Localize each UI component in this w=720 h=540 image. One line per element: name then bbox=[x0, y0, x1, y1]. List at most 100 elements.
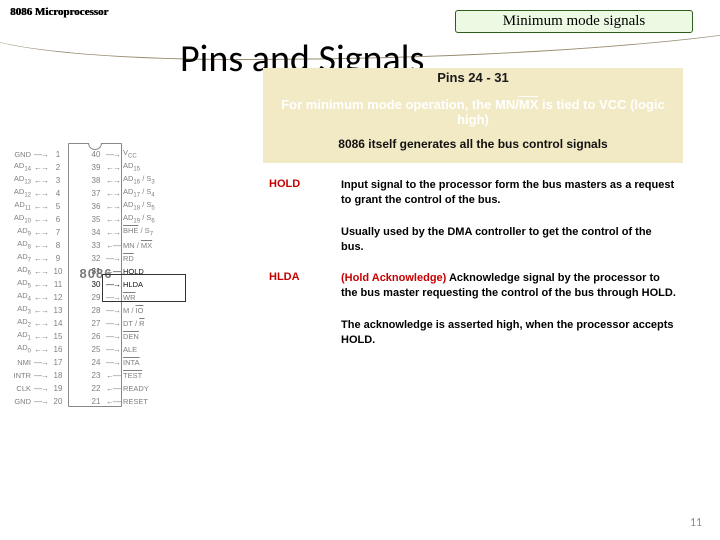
pin-right-arrow: ←→ bbox=[104, 187, 122, 200]
pin-num-left: 5 bbox=[50, 200, 66, 213]
pin-right-arrow: ←— bbox=[104, 382, 122, 395]
pin-num-right: 34 bbox=[88, 226, 104, 239]
pin-left-arrow: ←→ bbox=[32, 317, 50, 330]
pin-num-right: 21 bbox=[88, 395, 104, 408]
pin-right-label: MN / MX bbox=[122, 239, 152, 252]
pin-left-label: INTR bbox=[6, 369, 32, 382]
pin-num-left: 16 bbox=[50, 343, 66, 356]
pin-left-arrow: ←→ bbox=[32, 291, 50, 304]
signal-table: HOLD Input signal to the processor form … bbox=[263, 175, 683, 362]
pin-num-left: 14 bbox=[50, 317, 66, 330]
pin-left-arrow: ←→ bbox=[32, 187, 50, 200]
pin-right-arrow: —→ bbox=[104, 304, 122, 317]
pin-num-left: 1 bbox=[50, 148, 66, 161]
pin-right-arrow: —→ bbox=[104, 252, 122, 265]
pin-num-left: 6 bbox=[50, 213, 66, 226]
pin-num-right: 35 bbox=[88, 213, 104, 226]
subline: 8086 itself generates all the bus contro… bbox=[263, 131, 683, 163]
table-row: The acknowledge is asserted high, when t… bbox=[263, 315, 683, 362]
pin-left-arrow: ←→ bbox=[32, 265, 50, 278]
pin-num-right: 25 bbox=[88, 343, 104, 356]
pin-right-arrow: ←— bbox=[104, 369, 122, 382]
header-chip-label: 8086 Microprocessor bbox=[10, 6, 108, 18]
pin-num-left: 15 bbox=[50, 330, 66, 343]
pin-right-label: WR bbox=[122, 291, 136, 304]
pin-row: GND—→20 21←—RESET bbox=[6, 395, 155, 408]
pin-left-arrow: —→ bbox=[32, 369, 50, 382]
pin-diagram: 8086 GND—→140—→VCCAD14←→239←→AD15AD13←→3… bbox=[6, 148, 155, 408]
pin-left-arrow: ←→ bbox=[32, 226, 50, 239]
pin-num-left: 4 bbox=[50, 187, 66, 200]
signal-desc-hold-1: Usually used by the DMA controller to ge… bbox=[335, 222, 683, 269]
pin-right-arrow: ←— bbox=[104, 239, 122, 252]
pin-right-label: DEN bbox=[122, 330, 139, 343]
pin-num-right: 32 bbox=[88, 252, 104, 265]
pin-row: CLK—→1922←—READY bbox=[6, 382, 155, 395]
page-number: 11 bbox=[690, 516, 702, 530]
pin-right-label: RESET bbox=[122, 395, 148, 408]
pin-num-left: 3 bbox=[50, 174, 66, 187]
pin-right-arrow: ←— bbox=[104, 395, 122, 408]
signal-desc-hlda-1: The acknowledge is asserted high, when t… bbox=[335, 315, 683, 362]
mode-signal-box: Minimum mode signals bbox=[455, 10, 693, 33]
signal-desc-hlda-0: (Hold Acknowledge) Acknowledge signal by… bbox=[335, 268, 683, 315]
pin-num-right: 29 bbox=[88, 291, 104, 304]
pin-right-arrow: —→ bbox=[104, 330, 122, 343]
pin-num-left: 19 bbox=[50, 382, 66, 395]
pin-right-arrow: ←→ bbox=[104, 200, 122, 213]
pin-right-arrow: ←→ bbox=[104, 174, 122, 187]
signal-name-hold: HOLD bbox=[263, 175, 335, 222]
pin-left-label: GND bbox=[6, 395, 32, 408]
pin-row: NMI—→1724—→INTA bbox=[6, 356, 155, 369]
pin-right-label: ALE bbox=[122, 343, 137, 356]
pin-left-arrow: ←→ bbox=[32, 330, 50, 343]
pin-left-arrow: —→ bbox=[32, 148, 50, 161]
pin-num-right: 28 bbox=[88, 304, 104, 317]
pin-num-left: 20 bbox=[50, 395, 66, 408]
pin-right-label: RD bbox=[122, 252, 134, 265]
mode-desc-bar: MX bbox=[519, 97, 539, 112]
pin-left-arrow: —→ bbox=[32, 382, 50, 395]
table-row: HOLD Input signal to the processor form … bbox=[263, 175, 683, 222]
pin-num-right: 24 bbox=[88, 356, 104, 369]
pin-right-arrow: ←→ bbox=[104, 161, 122, 174]
pin-right-arrow: —→ bbox=[104, 343, 122, 356]
pin-left-arrow: ←→ bbox=[32, 304, 50, 317]
pin-num-right: 22 bbox=[88, 382, 104, 395]
pin-num-left: 12 bbox=[50, 291, 66, 304]
pin-num-left: 18 bbox=[50, 369, 66, 382]
pin-right-label: READY bbox=[122, 382, 149, 395]
pin-num-left: 9 bbox=[50, 252, 66, 265]
pin-right-arrow: ←→ bbox=[104, 213, 122, 226]
pin-num-right: 40 bbox=[88, 148, 104, 161]
pin-num-right: 26 bbox=[88, 330, 104, 343]
mode-desc-pre: For minimum mode operation, the MN/ bbox=[281, 97, 519, 112]
pin-num-left: 8 bbox=[50, 239, 66, 252]
pin-row: INTR—→18 23←—TEST bbox=[6, 369, 155, 382]
pin-right-label: INTA bbox=[122, 356, 140, 369]
pin-right-label: DT / R bbox=[122, 317, 145, 330]
pin-num-right: 23 bbox=[88, 369, 104, 382]
pin-num-left: 7 bbox=[50, 226, 66, 239]
pin-num-right: 27 bbox=[88, 317, 104, 330]
pin-left-arrow: ←→ bbox=[32, 278, 50, 291]
chip-name: 8086 bbox=[64, 266, 128, 281]
pin-left-label: NMI bbox=[6, 356, 32, 369]
pin-num-right: 36 bbox=[88, 200, 104, 213]
signal-desc-hold-0: Input signal to the processor form the b… bbox=[335, 175, 683, 222]
content-panel: Pins 24 - 31 For minimum mode operation,… bbox=[263, 68, 683, 362]
pin-num-right: 37 bbox=[88, 187, 104, 200]
pin-right-label: TEST bbox=[122, 369, 142, 382]
pin-left-arrow: ←→ bbox=[32, 213, 50, 226]
pin-left-arrow: ←→ bbox=[32, 200, 50, 213]
pin-left-arrow: ←→ bbox=[32, 343, 50, 356]
table-row: Usually used by the DMA controller to ge… bbox=[263, 222, 683, 269]
pin-num-right: 33 bbox=[88, 239, 104, 252]
mode-desc: For minimum mode operation, the MN/MX is… bbox=[263, 87, 683, 131]
pin-left-arrow: ←→ bbox=[32, 174, 50, 187]
pin-left-arrow: ←→ bbox=[32, 161, 50, 174]
pin-left-arrow: —→ bbox=[32, 395, 50, 408]
pin-right-arrow: —→ bbox=[104, 356, 122, 369]
signal-name-hlda: HLDA bbox=[263, 268, 335, 315]
pin-left-arrow: —→ bbox=[32, 356, 50, 369]
